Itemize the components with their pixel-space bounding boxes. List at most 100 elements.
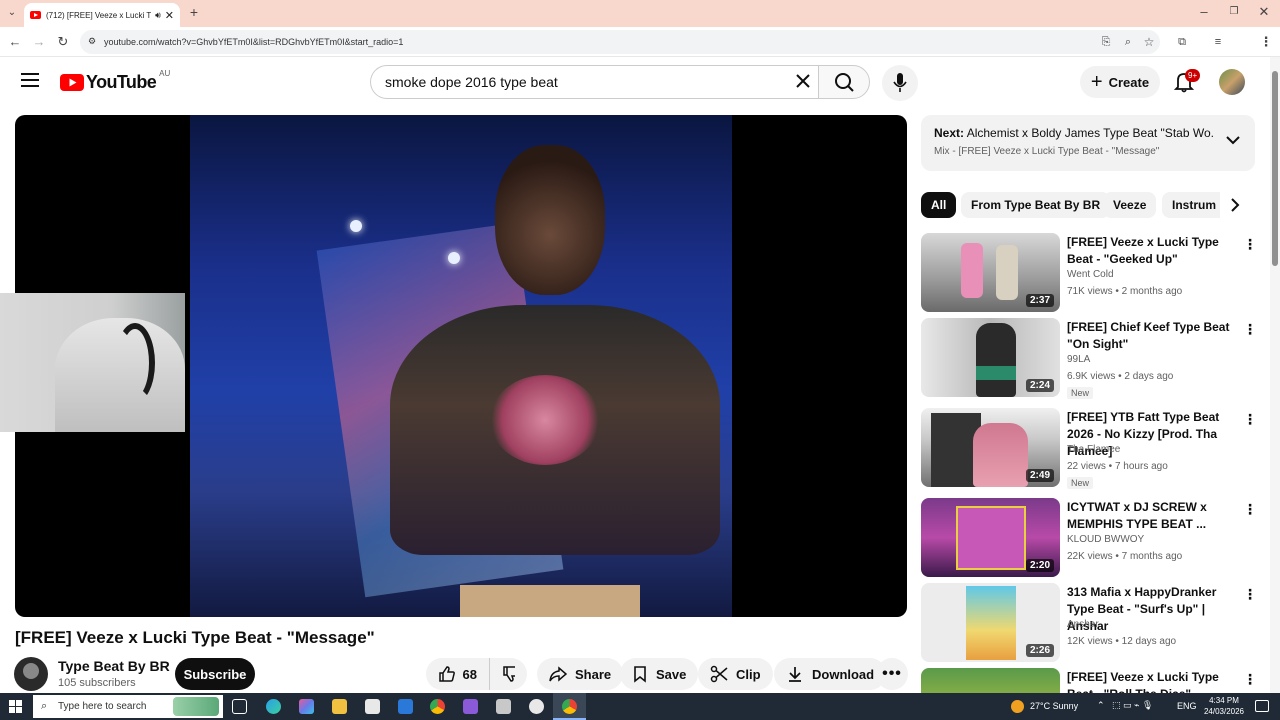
more-actions-button[interactable]: •••	[876, 658, 908, 690]
video-thumbnail[interactable]: 2:49	[921, 408, 1060, 487]
webcam-overlay	[0, 293, 185, 432]
speaker-icon[interactable]: 🔊︎	[155, 10, 161, 21]
close-tab-icon[interactable]: ✕	[165, 9, 174, 22]
edge-browser-icon[interactable]	[266, 699, 281, 714]
mix-playlist-title: Mix - [FREE] Veeze x Lucki Type Beat - "…	[934, 146, 1160, 157]
chrome-icon[interactable]	[430, 699, 445, 714]
search-input[interactable]: smoke dope 2016 type beat	[370, 65, 818, 99]
recommendation-item[interactable]: 2:37 [FREE] Veeze x Lucki Type Beat - "G…	[921, 233, 1261, 313]
recommendation-channel[interactable]: 99LA	[1067, 354, 1090, 365]
zoom-icon[interactable]: ⌕	[1120, 35, 1136, 49]
chip-all[interactable]: All	[921, 192, 957, 218]
video-thumbnail[interactable]: 2:37	[921, 233, 1060, 312]
recommendation-item[interactable]: [FREE] Veeze x Lucki Type Beat - "Roll T…	[921, 668, 1261, 693]
recommendation-title[interactable]: [FREE] Chief Keef Type Beat "On Sight"	[1067, 319, 1239, 353]
extensions-icon[interactable]: ⧉	[1174, 35, 1190, 49]
active-chrome-taskbar-button[interactable]	[553, 693, 586, 720]
new-tab-button[interactable]: +	[186, 5, 202, 19]
save-button[interactable]: Save	[620, 658, 699, 690]
tray-icons[interactable]: ⬚ ▭ ⌁ 🎙︎	[1112, 700, 1153, 711]
recommendation-item[interactable]: 2:49 [FREE] YTB Fatt Type Beat 2026 - No…	[921, 408, 1261, 489]
taskbar-search-placeholder: Type here to search	[58, 701, 147, 712]
chips-next-chevron-icon[interactable]	[1228, 197, 1242, 213]
restore-icon[interactable]: ❐	[1226, 5, 1242, 19]
back-icon[interactable]: ←	[7, 35, 23, 49]
video-thumbnail[interactable]: 2:26	[921, 583, 1060, 662]
recommendation-channel[interactable]: KLOUD BWWOY	[1067, 534, 1144, 545]
voice-search-button[interactable]	[882, 65, 918, 101]
weather-text[interactable]: 27°C Sunny	[1030, 701, 1078, 711]
stage-light	[448, 252, 460, 264]
reload-icon[interactable]: ↻	[55, 35, 71, 49]
taskbar-search-input[interactable]: ⌕ Type here to search	[33, 695, 223, 718]
next-up-panel[interactable]: Next: Alchemist x Boldy James Type Beat …	[921, 115, 1255, 171]
scrollbar-thumb[interactable]	[1272, 71, 1278, 266]
new-badge: New	[1067, 387, 1094, 399]
more-vertical-icon[interactable]: ⋮	[1243, 237, 1257, 251]
clear-search-icon[interactable]	[795, 73, 811, 89]
url-field[interactable]: ⚙ youtube.com/watch?v=GhvbYfETm0I&list=R…	[80, 30, 1160, 54]
install-app-icon[interactable]: ⎘	[1098, 35, 1114, 49]
file-explorer-icon[interactable]	[332, 699, 347, 714]
recommendation-channel[interactable]: Went Cold	[1067, 269, 1114, 280]
subscribe-button[interactable]: Subscribe	[175, 658, 255, 690]
download-button[interactable]: Download	[774, 658, 887, 690]
chip-from-channel[interactable]: From Type Beat By BR	[961, 192, 1111, 218]
more-vertical-icon[interactable]: ⋮	[1243, 322, 1257, 336]
clip-button[interactable]: Clip	[698, 658, 773, 690]
chip-veeze[interactable]: Veeze	[1103, 192, 1157, 218]
recommendation-title[interactable]: [FREE] Veeze x Lucki Type Beat - "Roll T…	[1067, 669, 1239, 693]
browser-tab[interactable]: (712) [FREE] Veeze x Lucki T 🔊︎ ✕	[24, 3, 180, 27]
more-vertical-icon[interactable]: ⋮	[1243, 672, 1257, 686]
clock-time: 4:34 PM	[1209, 696, 1239, 705]
more-vertical-icon[interactable]: ⋮	[1243, 412, 1257, 426]
thumbnail-figure	[973, 423, 1028, 487]
page-scrollbar[interactable]	[1270, 57, 1280, 693]
more-vertical-icon[interactable]: ⋮	[1243, 587, 1257, 601]
youtube-logo[interactable]: YouTube AU	[60, 69, 170, 93]
more-vertical-icon[interactable]: ⋮	[1243, 502, 1257, 516]
mail-icon[interactable]	[398, 699, 413, 714]
recommendation-title[interactable]: [FREE] Veeze x Lucki Type Beat - "Geeked…	[1067, 234, 1239, 268]
recommendation-item[interactable]: 2:26 313 Mafia x HappyDranker Type Beat …	[921, 583, 1261, 663]
recommendation-item[interactable]: 2:20 ICYTWAT x DJ SCREW x MEMPHIS TYPE B…	[921, 498, 1261, 578]
minimize-icon[interactable]: –	[1196, 5, 1212, 19]
create-button[interactable]: + Create	[1080, 66, 1160, 98]
bookmark-star-icon[interactable]: ☆	[1141, 35, 1157, 49]
video-thumbnail[interactable]: 2:24	[921, 318, 1060, 397]
search-button[interactable]	[818, 65, 870, 99]
window-close-icon[interactable]: ✕	[1256, 5, 1272, 19]
reading-list-icon[interactable]: ≡	[1210, 35, 1226, 49]
site-info-icon[interactable]: ⚙	[88, 36, 96, 47]
recommendation-channel[interactable]: Tha Flamee	[1067, 444, 1120, 455]
video-thumbnail[interactable]	[921, 668, 1060, 693]
expand-chevron-icon[interactable]	[1226, 135, 1240, 145]
forward-icon[interactable]: →	[31, 35, 47, 49]
chrome-menu-icon[interactable]: ⋮	[1258, 35, 1274, 49]
video-thumbnail[interactable]: 2:20	[921, 498, 1060, 577]
tray-chevron-icon[interactable]: ⌃	[1097, 700, 1105, 711]
hamburger-menu-icon[interactable]	[21, 73, 39, 87]
notification-center-icon[interactable]	[1255, 700, 1269, 712]
chip-instrumental[interactable]: Instrum	[1162, 192, 1220, 218]
channel-avatar[interactable]	[14, 657, 48, 691]
keyboard-language[interactable]: ENG	[1177, 701, 1197, 711]
app-icon[interactable]	[496, 699, 511, 714]
app-icon[interactable]	[529, 699, 544, 714]
recommendation-channel[interactable]: Anshar	[1067, 619, 1099, 630]
like-button[interactable]: 68	[426, 658, 489, 690]
task-view-icon[interactable]	[232, 699, 247, 714]
store-icon[interactable]	[365, 699, 380, 714]
copilot-icon[interactable]	[299, 699, 314, 714]
clock[interactable]: 4:34 PM 24/03/2026	[1200, 695, 1248, 717]
share-button[interactable]: Share	[537, 658, 624, 690]
dislike-button[interactable]	[489, 658, 527, 690]
app-icon[interactable]	[463, 699, 478, 714]
tab-list-chevron-icon[interactable]: ⌄	[4, 6, 20, 20]
windows-start-icon[interactable]	[9, 700, 22, 713]
channel-name[interactable]: Type Beat By BR	[58, 658, 170, 674]
recommendation-title[interactable]: ICYTWAT x DJ SCREW x MEMPHIS TYPE BEAT .…	[1067, 499, 1239, 533]
weather-sun-icon[interactable]	[1011, 700, 1024, 713]
account-avatar[interactable]	[1219, 69, 1245, 95]
recommendation-item[interactable]: 2:24 [FREE] Chief Keef Type Beat "On Sig…	[921, 318, 1261, 399]
